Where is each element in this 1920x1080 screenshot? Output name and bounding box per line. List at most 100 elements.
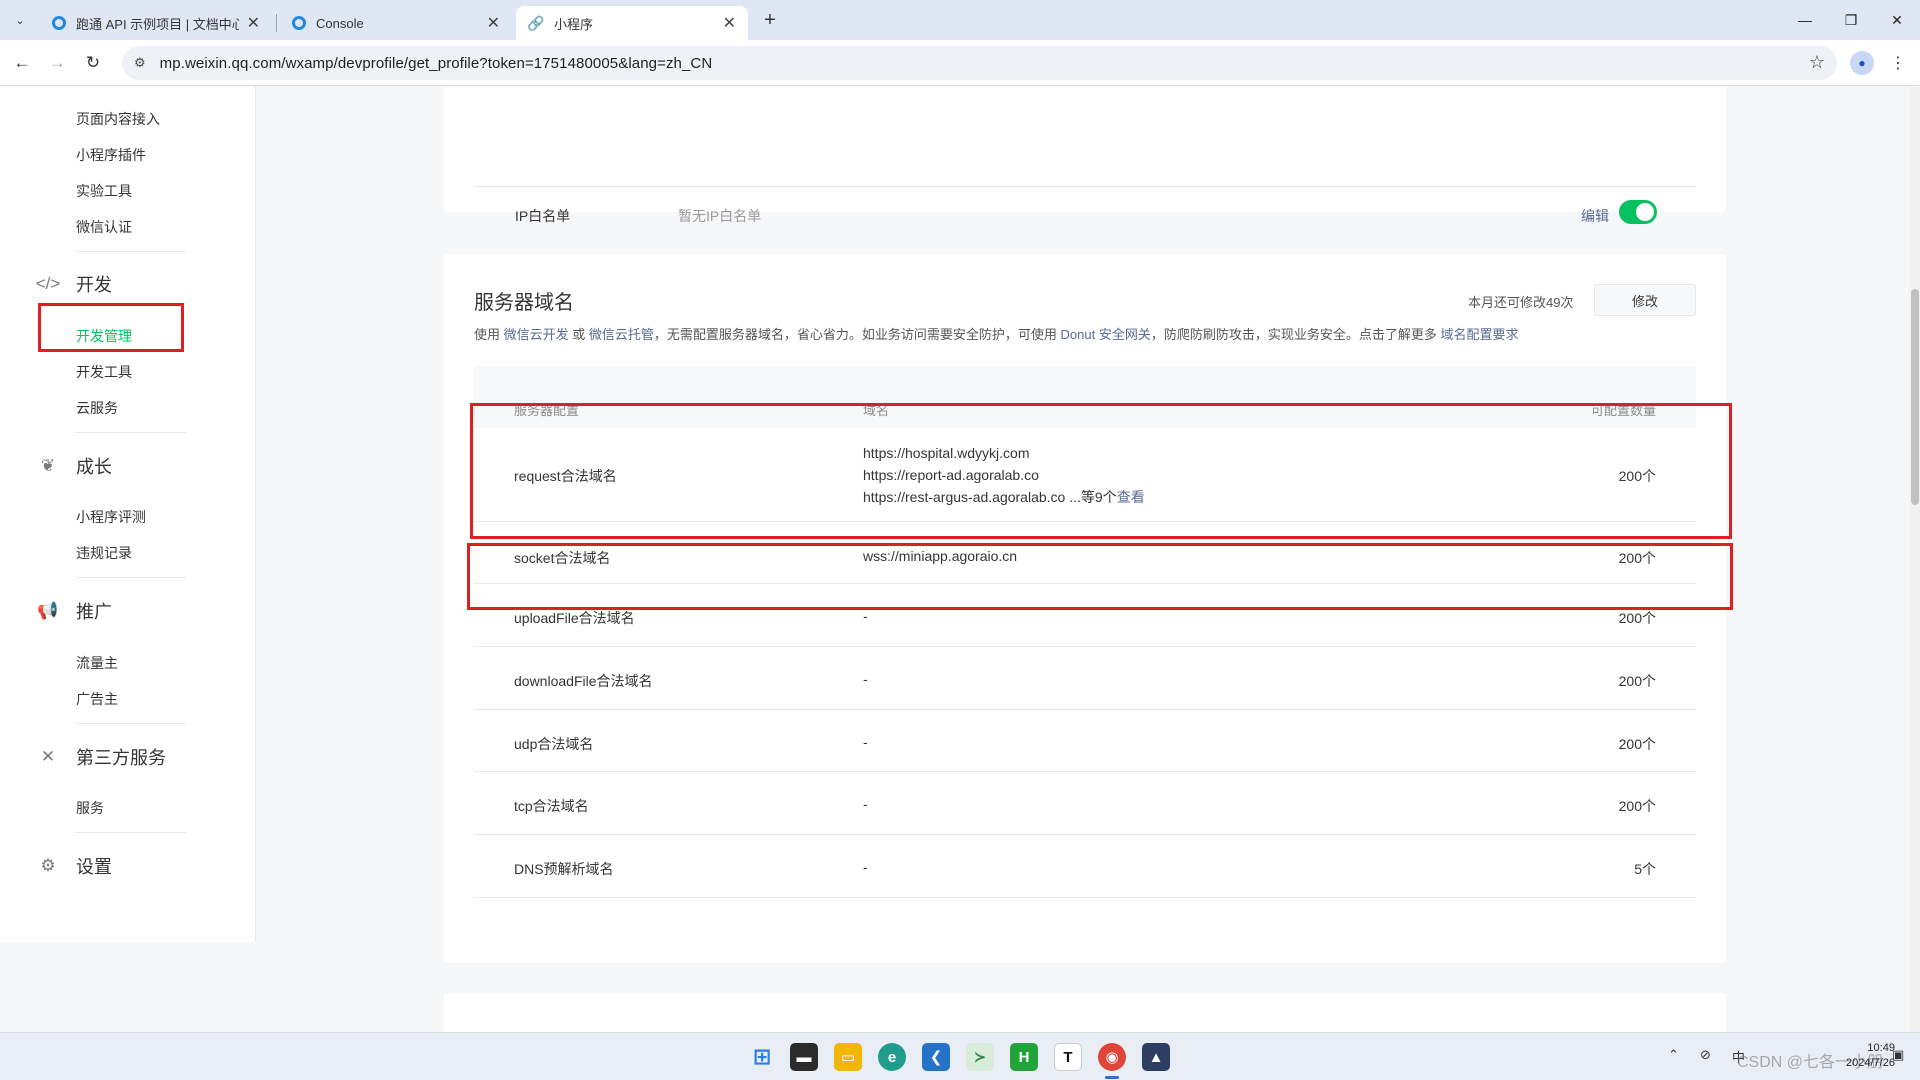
table-row: downloadFile合法域名 - 200个 <box>474 647 1696 710</box>
address-bar[interactable]: ⚙ mp.weixin.qq.com/wxamp/devprofile/get_… <box>122 46 1837 80</box>
ip-whitelist-edit-link[interactable]: 编辑 <box>1581 206 1609 226</box>
row-divider <box>474 186 1696 187</box>
taskbar: ⊞ ▬ ▭ e ❮ ≻ H T ◉ ▲ ⌃ ⊘ 中 CSDN @七各一小朋 10… <box>0 1032 1920 1080</box>
profile-avatar[interactable]: ● <box>1850 51 1874 75</box>
sidebar-group-develop[interactable]: </> 开发 <box>36 271 112 297</box>
window-close-button[interactable]: ✕ <box>1874 6 1920 34</box>
page-scrollbar[interactable] <box>1910 87 1920 1032</box>
link-favicon-icon: 🔗 <box>527 14 545 31</box>
sidebar-group-label: 成长 <box>76 457 112 477</box>
new-tab-button[interactable]: + <box>758 8 782 32</box>
sidebar-item-wechat-verify[interactable]: 微信认证 <box>76 217 132 237</box>
url-text[interactable]: mp.weixin.qq.com/wxamp/devprofile/get_pr… <box>160 55 713 72</box>
browser-menu-icon[interactable]: ⋮ <box>1890 51 1906 75</box>
megaphone-icon: 📢 <box>37 601 59 620</box>
sidebar-item-dev-tools[interactable]: 开发工具 <box>76 362 132 382</box>
highlight-box-dev-management <box>38 303 184 352</box>
forward-button[interactable]: → <box>45 51 69 75</box>
tab-docs[interactable]: 跑通 API 示例项目 | 文档中心 | ✕ <box>40 6 272 40</box>
folder-icon[interactable]: ▭ <box>834 1043 862 1071</box>
sidebar-item-violations[interactable]: 违规记录 <box>76 543 132 563</box>
scrollbar-thumb[interactable] <box>1911 289 1919 505</box>
page-viewport: 页面内容接入 小程序插件 实验工具 微信认证 </> 开发 开发管理 开发工具 … <box>0 87 1920 1032</box>
chrome-icon[interactable]: ◉ <box>1098 1043 1126 1071</box>
sidebar-divider <box>76 432 186 433</box>
close-icon[interactable]: ✕ <box>247 13 260 33</box>
domain-value: - <box>863 608 868 624</box>
row-count: 200个 <box>1618 673 1656 689</box>
hbuilder-icon[interactable]: H <box>1010 1043 1038 1071</box>
edge-icon[interactable]: e <box>878 1043 906 1071</box>
site-info-icon[interactable]: ⚙ <box>134 55 146 71</box>
row-name: DNS预解析域名 <box>514 861 614 877</box>
sidebar-item-advertiser[interactable]: 广告主 <box>76 689 118 709</box>
domain-value: - <box>863 796 868 812</box>
system-clock[interactable]: 10:49 2024/7/26 <box>1846 1041 1895 1071</box>
restore-button[interactable]: ❐ <box>1828 6 1874 34</box>
bookmark-star-icon[interactable]: ☆ <box>1809 52 1825 73</box>
sidebar: 页面内容接入 小程序插件 实验工具 微信认证 </> 开发 开发管理 开发工具 … <box>0 87 256 942</box>
notification-icon[interactable]: ▣ <box>1892 1047 1904 1063</box>
modify-button[interactable]: 修改 <box>1594 284 1696 316</box>
vscode-icon[interactable]: ❮ <box>922 1043 950 1071</box>
third-party-icon: ✕ <box>40 747 56 766</box>
sidebar-item-page-content[interactable]: 页面内容接入 <box>76 109 160 129</box>
agora-favicon-icon <box>292 16 306 30</box>
sidebar-group-third-party[interactable]: ✕ 第三方服务 <box>36 744 166 770</box>
section-description: 使用 微信云开发 或 微信云托管，无需配置服务器域名，省心省力。如业务访问需要安… <box>474 324 1518 343</box>
tray-overflow-icon[interactable]: ⌃ <box>1668 1047 1679 1063</box>
wechat-devtools-icon[interactable]: ≻ <box>966 1043 994 1071</box>
ip-whitelist-value: 暂无IP白名单 <box>678 208 762 224</box>
sidebar-group-promotion[interactable]: 📢 推广 <box>36 598 112 624</box>
tab-title: 跑通 API 示例项目 | 文档中心 | <box>76 16 239 32</box>
back-button[interactable]: ← <box>10 51 34 75</box>
file-manager-icon[interactable]: ▬ <box>790 1043 818 1071</box>
start-icon[interactable]: ⊞ <box>748 1043 776 1071</box>
sidebar-item-traffic-owner[interactable]: 流量主 <box>76 653 118 673</box>
desc-text: 使用 <box>474 327 504 342</box>
close-icon[interactable]: ✕ <box>487 13 500 33</box>
domain-requirements-link[interactable]: 域名配置要求 <box>1440 327 1518 342</box>
sprout-icon: ❦ <box>40 456 56 475</box>
reload-button[interactable]: ↻ <box>81 51 105 75</box>
network-off-icon[interactable]: ⊘ <box>1700 1047 1711 1063</box>
row-count: 200个 <box>1618 736 1656 752</box>
cloud-dev-link[interactable]: 微信云开发 <box>504 327 569 342</box>
code-icon: </> <box>35 274 61 293</box>
clock-date: 2024/7/26 <box>1846 1057 1895 1069</box>
sidebar-group-growth[interactable]: ❦ 成长 <box>36 453 112 479</box>
row-name: downloadFile合法域名 <box>514 673 653 689</box>
sidebar-item-evaluation[interactable]: 小程序评测 <box>76 507 146 527</box>
sidebar-item-lab-tools[interactable]: 实验工具 <box>76 181 132 201</box>
domain-value: - <box>863 671 868 687</box>
sidebar-divider <box>76 577 186 578</box>
tab-console[interactable]: Console ✕ <box>280 6 512 40</box>
sidebar-item-cloud-service[interactable]: 云服务 <box>76 398 118 418</box>
sidebar-divider <box>76 251 186 252</box>
modify-quota-text: 本月还可修改49次 <box>1468 295 1574 310</box>
sidebar-item-plugins[interactable]: 小程序插件 <box>76 145 146 165</box>
donut-gateway-link[interactable]: Donut 安全网关 <box>1061 327 1151 342</box>
tab-search-button[interactable]: ⌄ <box>8 8 32 32</box>
sidebar-divider <box>76 723 186 724</box>
tab-miniprogram[interactable]: 🔗 小程序 ✕ <box>516 6 748 40</box>
sidebar-group-settings[interactable]: ⚙ 设置 <box>36 853 112 879</box>
clock-time: 10:49 <box>1867 1042 1895 1054</box>
cloud-hosting-link[interactable]: 微信云托管 <box>589 327 654 342</box>
typora-icon[interactable]: T <box>1054 1043 1082 1071</box>
minimize-button[interactable]: — <box>1782 6 1828 34</box>
desc-text: 或 <box>568 327 589 342</box>
sidebar-item-services[interactable]: 服务 <box>76 798 104 818</box>
active-app-indicator <box>1105 1076 1119 1079</box>
gear-icon: ⚙ <box>40 856 56 875</box>
table-row: udp合法域名 - 200个 <box>474 710 1696 772</box>
tab-title: Console <box>316 15 364 31</box>
domain-value: - <box>863 859 868 875</box>
browser-toolbar: ← → ↻ ⚙ mp.weixin.qq.com/wxamp/devprofil… <box>0 40 1920 86</box>
app-icon[interactable]: ▲ <box>1142 1043 1170 1071</box>
ip-whitelist-toggle[interactable] <box>1619 200 1657 224</box>
browser-tab-strip: ⌄ 跑通 API 示例项目 | 文档中心 | ✕ Console ✕ 🔗 小程序… <box>0 0 1920 40</box>
ip-whitelist-card: IP白名单 暂无IP白名单 编辑 <box>444 87 1726 279</box>
close-icon[interactable]: ✕ <box>723 13 736 33</box>
next-section-card <box>444 993 1726 1032</box>
